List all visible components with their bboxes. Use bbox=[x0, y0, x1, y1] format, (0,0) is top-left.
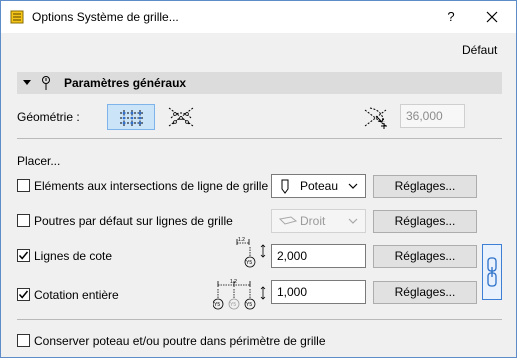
full-dimension-icon: 1.2 Y5 Y5 Y5 bbox=[213, 279, 266, 310]
orthogonal-grid-button[interactable] bbox=[107, 104, 155, 130]
polar-grid-button[interactable] bbox=[157, 104, 205, 130]
chevron-down-icon bbox=[348, 183, 358, 189]
intersections-label: Eléments aux intersections de ligne de g… bbox=[34, 179, 269, 193]
beam-type-value: Droit bbox=[300, 214, 326, 228]
link-toggle-button[interactable] bbox=[482, 244, 502, 300]
default-button[interactable]: Défaut bbox=[462, 43, 497, 57]
pin-icon bbox=[42, 76, 50, 90]
full-dimension-checkbox[interactable] bbox=[17, 288, 30, 301]
beams-checkbox[interactable] bbox=[17, 214, 30, 227]
orthogonal-grid-icon bbox=[120, 110, 144, 126]
marker-text: Y5 bbox=[230, 302, 236, 308]
settings-button-intersections[interactable]: Réglages... bbox=[373, 175, 477, 198]
placer-heading: Placer... bbox=[17, 154, 61, 168]
polar-grid-icon bbox=[168, 107, 194, 127]
settings-button-dimension-lines[interactable]: Réglages... bbox=[373, 245, 477, 268]
beam-type-select[interactable]: Droit bbox=[271, 209, 366, 233]
dimension-lines-checkbox[interactable] bbox=[17, 249, 30, 262]
collapse-triangle-icon[interactable] bbox=[23, 80, 31, 85]
dimension-line-icon: 1.2 Y5 bbox=[236, 237, 266, 268]
keep-within-perimeter-checkbox[interactable] bbox=[17, 334, 30, 347]
settings-button-full-dimension[interactable]: Réglages... bbox=[373, 281, 477, 304]
beam-icon bbox=[279, 216, 297, 225]
dim-text: 1.2 bbox=[230, 279, 237, 285]
keep-within-perimeter-label: Conserver poteau et/ou poutre dans périm… bbox=[34, 334, 326, 348]
section-header-general[interactable]: Paramètres généraux bbox=[17, 72, 502, 94]
section-title: Paramètres généraux bbox=[64, 76, 187, 90]
dimension-lines-field[interactable]: 2,000 bbox=[271, 244, 366, 268]
settings-button-beams[interactable]: Réglages... bbox=[373, 210, 477, 233]
beams-label: Poutres par défaut sur lignes de grille bbox=[34, 214, 233, 228]
intersections-checkbox[interactable] bbox=[17, 179, 30, 192]
separator bbox=[17, 138, 502, 139]
chain-link-icon bbox=[487, 257, 497, 287]
dim-text: 1.2 bbox=[238, 237, 245, 243]
angle-field[interactable]: 36,000 bbox=[400, 104, 465, 128]
marker-text: Y5 bbox=[246, 302, 252, 308]
help-button[interactable]: ? bbox=[441, 7, 461, 27]
chevron-down-icon bbox=[348, 218, 358, 224]
checkmark-icon bbox=[18, 251, 29, 260]
separator bbox=[17, 319, 502, 320]
marker-text: Y5 bbox=[246, 260, 252, 266]
window-title: Options Système de grille... bbox=[32, 10, 179, 24]
rotation-angle-icon bbox=[364, 107, 387, 129]
full-dimension-field[interactable]: 1,000 bbox=[271, 280, 366, 304]
dimension-lines-label: Lignes de cote bbox=[34, 249, 113, 263]
geometry-label: Géométrie : bbox=[17, 110, 80, 124]
marker-text: Y5 bbox=[214, 302, 220, 308]
close-icon[interactable] bbox=[480, 5, 504, 29]
checkmark-icon bbox=[18, 290, 29, 299]
element-type-select[interactable]: Poteau bbox=[271, 174, 366, 198]
column-icon bbox=[281, 179, 289, 194]
app-icon bbox=[10, 10, 24, 24]
options-dialog: Options Système de grille... ? Défaut Pa… bbox=[0, 0, 517, 358]
element-type-value: Poteau bbox=[300, 179, 339, 193]
full-dimension-label: Cotation entière bbox=[34, 288, 119, 302]
title-bar: Options Système de grille... ? bbox=[1, 1, 516, 33]
